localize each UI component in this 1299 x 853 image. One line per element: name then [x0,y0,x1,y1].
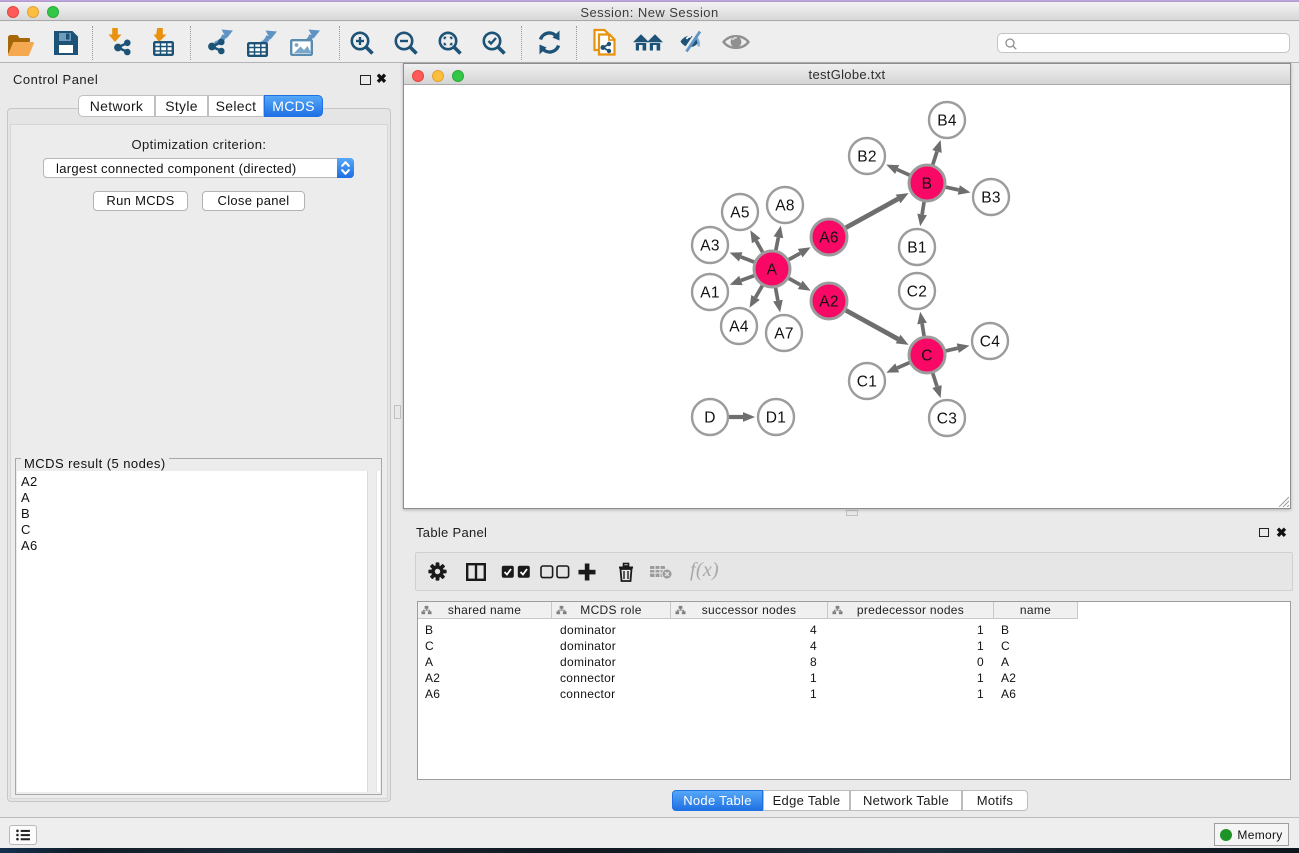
svg-text:C: C [921,347,933,364]
svg-text:C4: C4 [980,333,1000,350]
svg-text:D: D [704,409,716,426]
svg-text:B: B [922,175,933,192]
svg-text:A8: A8 [775,197,795,214]
svg-text:B3: B3 [981,189,1001,206]
svg-text:A6: A6 [819,229,839,246]
svg-text:A5: A5 [730,204,750,221]
svg-text:A7: A7 [774,325,794,342]
svg-text:A1: A1 [700,284,720,301]
svg-text:C1: C1 [857,373,877,390]
svg-text:C2: C2 [907,283,927,300]
svg-text:A2: A2 [819,293,839,310]
svg-text:A: A [767,261,778,278]
svg-text:D1: D1 [766,409,786,426]
svg-text:B1: B1 [907,239,927,256]
svg-text:C3: C3 [937,410,957,427]
svg-text:B4: B4 [937,112,957,129]
svg-text:B2: B2 [857,148,877,165]
svg-text:A4: A4 [729,318,749,335]
svg-text:A3: A3 [700,237,720,254]
